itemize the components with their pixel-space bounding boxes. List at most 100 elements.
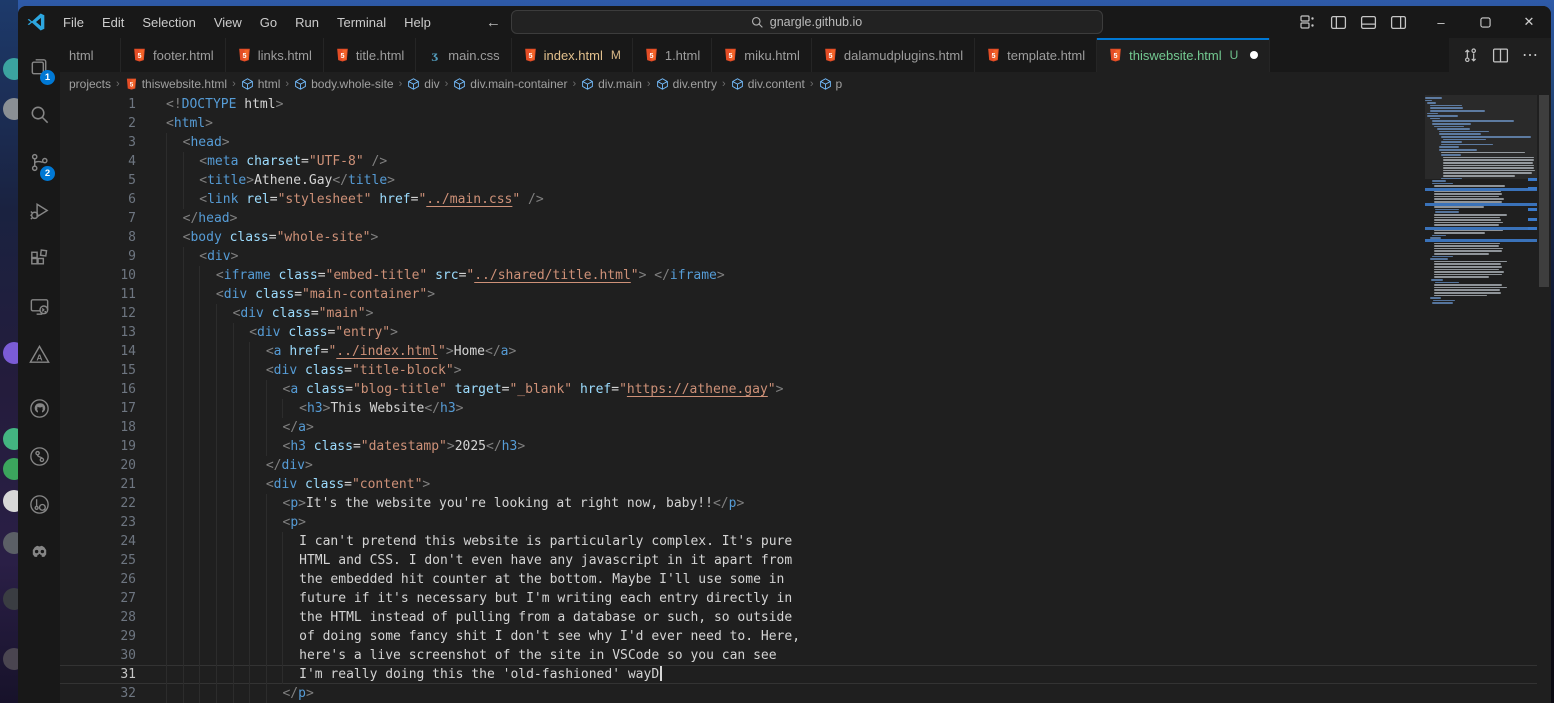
tab-main.css[interactable]: ʒmain.css: [416, 38, 511, 72]
line-number[interactable]: 24: [60, 532, 138, 551]
code-line-18[interactable]: 18</a>: [60, 418, 1537, 437]
line-content[interactable]: </p>: [138, 684, 1537, 703]
line-number[interactable]: 12: [60, 304, 138, 323]
open-changes-icon[interactable]: [1457, 42, 1483, 68]
code-line-20[interactable]: 20</div>: [60, 456, 1537, 475]
code-line-5[interactable]: 5<title>Athene.Gay</title>: [60, 171, 1537, 190]
code-line-17[interactable]: 17<h3>This Website</h3>: [60, 399, 1537, 418]
line-content[interactable]: I'm really doing this the 'old-fashioned…: [138, 665, 1537, 684]
line-content[interactable]: the embedded hit counter at the bottom. …: [138, 570, 1537, 589]
line-number[interactable]: 30: [60, 646, 138, 665]
menu-terminal[interactable]: Terminal: [328, 11, 395, 34]
menu-selection[interactable]: Selection: [133, 11, 204, 34]
code-line-8[interactable]: 8<body class="whole-site">: [60, 228, 1537, 247]
line-number[interactable]: 26: [60, 570, 138, 589]
menu-view[interactable]: View: [205, 11, 251, 34]
code-line-26[interactable]: 26the embedded hit counter at the bottom…: [60, 570, 1537, 589]
run-and-debug-icon[interactable]: [18, 186, 60, 234]
line-number[interactable]: 14: [60, 342, 138, 361]
tab-index.html[interactable]: 5index.htmlM: [512, 38, 633, 72]
code-line-31[interactable]: 31I'm really doing this the 'old-fashion…: [60, 665, 1537, 684]
line-content[interactable]: <div class="title-block">: [138, 361, 1537, 380]
line-number[interactable]: 31: [60, 665, 138, 684]
tab-dalamudplugins.html[interactable]: 5dalamudplugins.html: [812, 38, 975, 72]
line-number[interactable]: 16: [60, 380, 138, 399]
menu-run[interactable]: Run: [286, 11, 328, 34]
code-line-13[interactable]: 13<div class="entry">: [60, 323, 1537, 342]
line-content[interactable]: <div class="main">: [138, 304, 1537, 323]
unsaved-dot-icon[interactable]: [1250, 51, 1258, 59]
line-content[interactable]: <iframe class="embed-title" src="../shar…: [138, 266, 1537, 285]
code-line-23[interactable]: 23<p>: [60, 513, 1537, 532]
code-line-22[interactable]: 22<p>It's the website you're looking at …: [60, 494, 1537, 513]
breadcrumb-item-div.content[interactable]: div.content: [731, 77, 805, 91]
code-line-27[interactable]: 27future if it's necessary but I'm writi…: [60, 589, 1537, 608]
search-icon[interactable]: [18, 90, 60, 138]
explorer-icon[interactable]: 1: [18, 42, 60, 90]
code-line-6[interactable]: 6<link rel="stylesheet" href="../main.cs…: [60, 190, 1537, 209]
scrollbar-thumb[interactable]: [1539, 95, 1549, 287]
line-number[interactable]: 18: [60, 418, 138, 437]
line-content[interactable]: <h3>This Website</h3>: [138, 399, 1537, 418]
breadcrumb-item-projects[interactable]: projects: [69, 77, 111, 91]
line-content[interactable]: I can't pretend this website is particul…: [138, 532, 1537, 551]
tab-html[interactable]: html: [60, 38, 121, 72]
line-number[interactable]: 19: [60, 437, 138, 456]
tab-miku.html[interactable]: 5miku.html: [712, 38, 812, 72]
line-number[interactable]: 23: [60, 513, 138, 532]
line-number[interactable]: 4: [60, 152, 138, 171]
line-content[interactable]: <body class="whole-site">: [138, 228, 1537, 247]
line-number[interactable]: 29: [60, 627, 138, 646]
code-line-16[interactable]: 16<a class="blog-title" target="_blank" …: [60, 380, 1537, 399]
minimize-button[interactable]: –: [1419, 6, 1463, 38]
code-line-9[interactable]: 9<div>: [60, 247, 1537, 266]
line-number[interactable]: 28: [60, 608, 138, 627]
line-number[interactable]: 27: [60, 589, 138, 608]
line-number[interactable]: 15: [60, 361, 138, 380]
line-number[interactable]: 3: [60, 133, 138, 152]
line-content[interactable]: <div class="content">: [138, 475, 1537, 494]
tab-thiswebsite.html[interactable]: 5thiswebsite.htmlU: [1097, 38, 1270, 72]
code-line-19[interactable]: 19<h3 class="datestamp">2025</h3>: [60, 437, 1537, 456]
line-content[interactable]: here's a live screenshot of the site in …: [138, 646, 1537, 665]
line-content[interactable]: <div>: [138, 247, 1537, 266]
breadcrumb-item-div.entry[interactable]: div.entry: [656, 77, 717, 91]
menu-file[interactable]: File: [54, 11, 93, 34]
line-number[interactable]: 20: [60, 456, 138, 475]
minimap-slider[interactable]: [1425, 95, 1537, 179]
tab-footer.html[interactable]: 5footer.html: [121, 38, 226, 72]
code-line-29[interactable]: 29of doing some fancy shit I don't see w…: [60, 627, 1537, 646]
code-line-2[interactable]: 2<html>: [60, 114, 1537, 133]
line-content[interactable]: the HTML instead of pulling from a datab…: [138, 608, 1537, 627]
line-number[interactable]: 22: [60, 494, 138, 513]
breadcrumb-item-div.main-container[interactable]: div.main-container: [453, 77, 567, 91]
code-line-3[interactable]: 3<head>: [60, 133, 1537, 152]
line-number[interactable]: 8: [60, 228, 138, 247]
tab-1.html[interactable]: 51.html: [633, 38, 712, 72]
breadcrumb-item-thiswebsite.html[interactable]: 5thiswebsite.html: [125, 77, 227, 91]
line-content[interactable]: <div class="entry">: [138, 323, 1537, 342]
toggle-secondary-sidebar-icon[interactable]: [1383, 9, 1413, 35]
breadcrumb-item-body.whole-site[interactable]: body.whole-site: [294, 77, 394, 91]
menu-go[interactable]: Go: [251, 11, 286, 34]
extensions-icon[interactable]: [18, 234, 60, 282]
line-content[interactable]: <a href="../index.html">Home</a>: [138, 342, 1537, 361]
breadcrumb-item-div.main[interactable]: div.main: [581, 77, 642, 91]
line-number[interactable]: 10: [60, 266, 138, 285]
line-number[interactable]: 2: [60, 114, 138, 133]
toggle-primary-sidebar-icon[interactable]: [1323, 9, 1353, 35]
maximize-button[interactable]: [1463, 6, 1507, 38]
line-content[interactable]: <p>It's the website you're looking at ri…: [138, 494, 1537, 513]
line-content[interactable]: <title>Athene.Gay</title>: [138, 171, 1537, 190]
code-line-11[interactable]: 11<div class="main-container">: [60, 285, 1537, 304]
tab-template.html[interactable]: 5template.html: [975, 38, 1097, 72]
menu-edit[interactable]: Edit: [93, 11, 133, 34]
line-content[interactable]: <html>: [138, 114, 1537, 133]
line-content[interactable]: <!DOCTYPE html>: [138, 95, 1537, 114]
line-content[interactable]: </div>: [138, 456, 1537, 475]
line-number[interactable]: 13: [60, 323, 138, 342]
breadcrumb-item-html[interactable]: html: [241, 77, 281, 91]
breadcrumb-item-p[interactable]: p: [819, 77, 843, 91]
line-content[interactable]: </head>: [138, 209, 1537, 228]
line-number[interactable]: 6: [60, 190, 138, 209]
